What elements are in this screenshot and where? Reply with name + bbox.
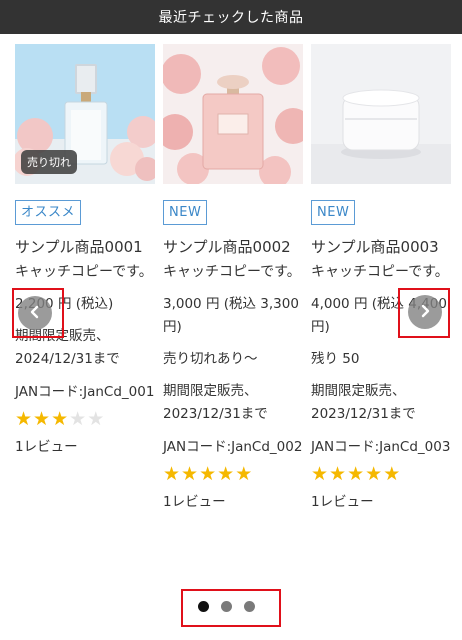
recommend-badge: オススメ <box>15 200 82 225</box>
review-count[interactable]: 1レビュー <box>15 436 155 458</box>
stock-status: 残り 50 <box>311 351 360 367</box>
highlight-box <box>181 589 281 627</box>
product-name[interactable]: サンプル商品0002 <box>163 235 303 260</box>
product-price: 3,000 円 (税込 3,300 円) <box>163 296 299 335</box>
sale-period: 期間限定販売、2023/12/31まで <box>311 383 416 422</box>
star-icon: ★ <box>329 463 347 485</box>
highlight-box <box>398 288 450 338</box>
jan-code: JANコード:JanCd_001 <box>15 384 155 400</box>
carousel-track: 売り切れ オススメ サンプル商品0001 キャッチコピーです。 2,200 円 … <box>15 44 462 584</box>
star-icon: ★ <box>181 463 199 485</box>
product-catch-copy: キャッチコピーです。 <box>163 264 301 280</box>
highlight-box <box>12 288 64 338</box>
stock-status: 売り切れあり～ <box>163 351 258 367</box>
star-icon: ★ <box>69 408 87 430</box>
star-icon: ★ <box>33 408 51 430</box>
product-card[interactable]: NEW サンプル商品0003 キャッチコピーです。 4,000 円 (税込 4,… <box>311 44 451 513</box>
product-image-pink-perfume[interactable] <box>163 44 303 184</box>
star-icon: ★ <box>51 408 69 430</box>
star-icon: ★ <box>311 463 329 485</box>
review-count[interactable]: 1レビュー <box>311 491 451 513</box>
product-name[interactable]: サンプル商品0003 <box>311 235 451 260</box>
star-icon: ★ <box>383 463 401 485</box>
product-card[interactable]: 売り切れ オススメ サンプル商品0001 キャッチコピーです。 2,200 円 … <box>15 44 155 458</box>
star-icon: ★ <box>163 463 181 485</box>
review-count[interactable]: 1レビュー <box>163 491 303 513</box>
rating-stars: ★ ★ ★ ★ ★ <box>311 463 451 485</box>
section-title: 最近チェックした商品 <box>158 10 304 26</box>
star-icon: ★ <box>235 463 253 485</box>
rating-stars: ★ ★ ★ ★ ★ <box>163 463 303 485</box>
recently-viewed-carousel: 売り切れ オススメ サンプル商品0001 キャッチコピーです。 2,200 円 … <box>0 44 462 584</box>
star-icon: ★ <box>365 463 383 485</box>
sold-out-badge: 売り切れ <box>21 150 77 174</box>
rating-stars: ★ ★ ★ ★ ★ <box>15 408 155 430</box>
sale-period: 期間限定販売、2023/12/31まで <box>163 383 268 422</box>
jan-code: JANコード:JanCd_003 <box>311 439 451 455</box>
product-catch-copy: キャッチコピーです。 <box>311 264 449 280</box>
product-image-perfume-bottle[interactable]: 売り切れ <box>15 44 155 184</box>
product-image-cream-jar[interactable] <box>311 44 451 184</box>
new-badge: NEW <box>311 200 356 225</box>
star-icon: ★ <box>87 408 105 430</box>
product-catch-copy: キャッチコピーです。 <box>15 264 153 280</box>
product-card[interactable]: NEW サンプル商品0002 キャッチコピーです。 3,000 円 (税込 3,… <box>163 44 303 513</box>
product-name[interactable]: サンプル商品0001 <box>15 235 155 260</box>
star-icon: ★ <box>347 463 365 485</box>
star-icon: ★ <box>217 463 235 485</box>
section-header: 最近チェックした商品 <box>0 0 462 34</box>
new-badge: NEW <box>163 200 208 225</box>
star-icon: ★ <box>15 408 33 430</box>
jan-code: JANコード:JanCd_002 <box>163 439 303 455</box>
star-icon: ★ <box>199 463 217 485</box>
